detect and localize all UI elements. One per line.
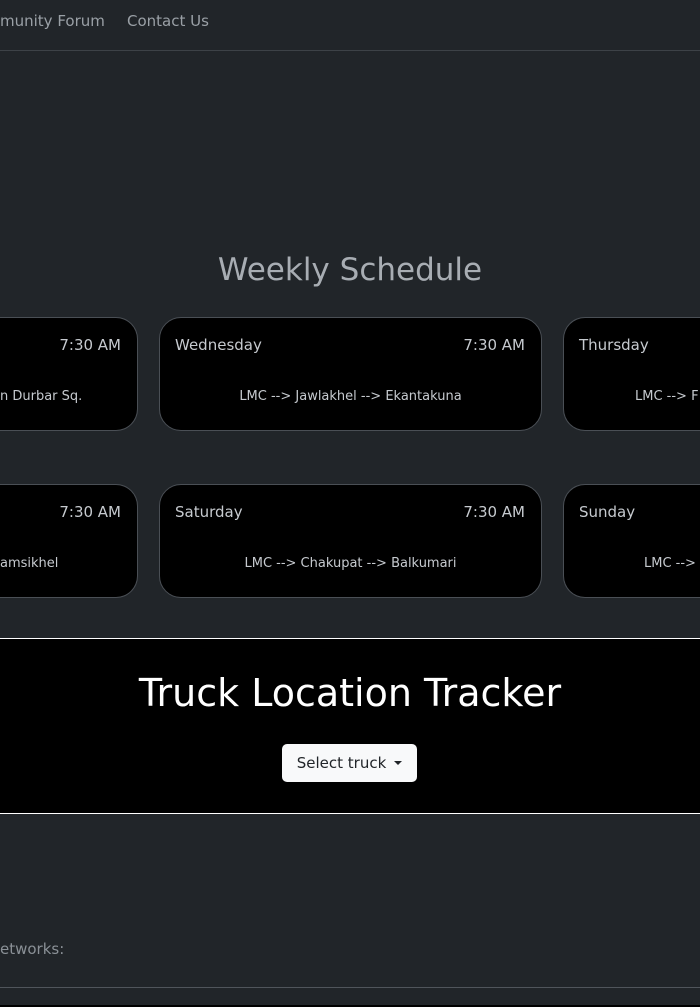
nav-community-forum[interactable]: munity Forum: [0, 12, 105, 30]
schedule-card-wednesday: Wednesday 7:30 AM LMC --> Jawlakhel --> …: [159, 317, 542, 431]
card-route: n Durbar Sq.: [0, 389, 83, 404]
nav-contact-us[interactable]: Contact Us: [127, 12, 209, 30]
card-day: Wednesday: [175, 336, 262, 354]
card-day: Sunday: [579, 503, 636, 521]
footer-divider: [0, 987, 700, 988]
schedule-card-saturday: Saturday 7:30 AM LMC --> Chakupat --> Ba…: [159, 484, 542, 598]
card-route: LMC --> F: [635, 389, 699, 404]
card-day: Thursday: [579, 336, 649, 354]
nav-divider: [0, 50, 700, 51]
card-time: 7:30 AM: [463, 336, 525, 354]
caret-down-icon: [394, 761, 403, 765]
select-truck-label: Select truck: [296, 754, 387, 772]
schedule-card-friday: 7:30 AM amsikhel: [0, 484, 138, 598]
truck-tracker-section: Truck Location Tracker Select truck: [0, 638, 700, 814]
card-route: LMC -->: [644, 556, 696, 571]
card-time: 7:30 AM: [463, 503, 525, 521]
schedule-card-sunday: Sunday LMC -->: [563, 484, 700, 598]
card-time: 7:30 AM: [59, 503, 121, 521]
card-route: amsikhel: [0, 556, 59, 571]
tracker-title: Truck Location Tracker: [138, 671, 562, 715]
card-route: LMC --> Chakupat --> Balkumari: [244, 556, 457, 571]
select-truck-dropdown[interactable]: Select truck: [282, 744, 417, 782]
card-time: 7:30 AM: [59, 336, 121, 354]
card-day: Saturday: [175, 503, 243, 521]
schedule-title: Weekly Schedule: [217, 252, 483, 288]
schedule-card-tuesday: 7:30 AM n Durbar Sq.: [0, 317, 138, 431]
social-networks-label: etworks:: [0, 940, 65, 958]
schedule-card-thursday: Thursday LMC --> F: [563, 317, 700, 431]
card-route: LMC --> Jawlakhel --> Ekantakuna: [239, 389, 462, 404]
